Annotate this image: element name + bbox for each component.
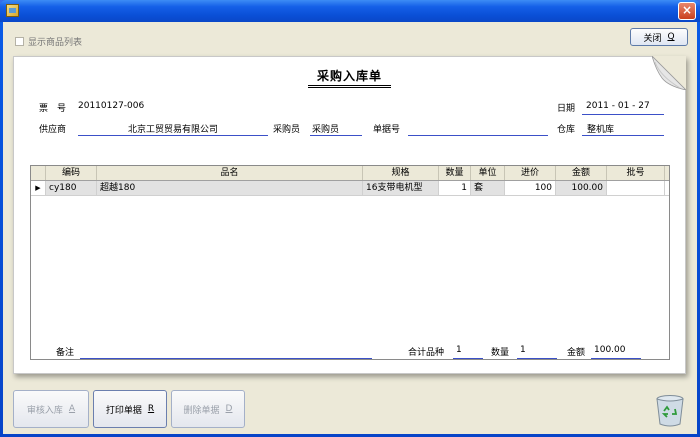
close-button-label: 关闭 <box>643 33 662 44</box>
document-title: 采购入库单 <box>308 67 391 88</box>
document-paper: 采购入库单 票 号 20110127-006 日期 2011 - 01 - 27… <box>13 56 686 374</box>
window-close-button[interactable]: × <box>678 2 696 20</box>
delete-button-hotkey: D <box>225 404 233 414</box>
doc-no-underline <box>408 135 548 136</box>
doc-no-label: 单据号 <box>373 125 401 135</box>
items-table[interactable]: 编码 品名 规格 数量 单位 进价 金额 批号 ▶ cy180 超越180 16… <box>30 165 670 360</box>
print-button-label: 打印单据 <box>105 405 142 416</box>
header-indicator <box>31 166 46 180</box>
total-amount-underline <box>591 358 641 359</box>
supplier-label: 供应商 <box>39 125 67 135</box>
column-header-batch[interactable]: 批号 <box>607 166 665 180</box>
column-header-unit[interactable]: 单位 <box>471 166 505 180</box>
date-field[interactable]: 2011 - 01 - 27 <box>586 101 650 111</box>
total-amount-value: 100.00 <box>594 345 626 355</box>
table-header: 编码 品名 规格 数量 单位 进价 金额 批号 <box>31 166 669 181</box>
title-bar: × <box>0 0 700 22</box>
buyer-underline <box>310 135 362 136</box>
supplier-underline <box>78 135 268 136</box>
application-window: × 显示商品列表 关闭 Q 采购入库单 票 号 20110127-006 日期 … <box>0 0 700 437</box>
client-area: 显示商品列表 关闭 Q 采购入库单 票 号 20110127-006 日期 20… <box>3 22 697 434</box>
cell-unit[interactable]: 套 <box>471 181 505 195</box>
ticket-number: 20110127-006 <box>78 101 145 111</box>
cell-amount[interactable]: 100.00 <box>556 181 607 195</box>
total-kinds-label: 合计品种 <box>408 348 445 358</box>
total-kinds-value: 1 <box>456 345 462 355</box>
delete-button-label: 删除单据 <box>183 405 220 416</box>
column-header-name[interactable]: 品名 <box>97 166 363 180</box>
buyer-label: 采购员 <box>273 125 301 135</box>
total-qty-label: 数量 <box>491 348 510 358</box>
show-list-label: 显示商品列表 <box>28 38 83 48</box>
audit-button-label: 审核入库 <box>26 405 63 416</box>
page-curl-icon <box>652 56 686 90</box>
remark-underline <box>80 358 372 359</box>
close-button[interactable]: 关闭 Q <box>630 28 688 46</box>
warehouse-label: 仓库 <box>557 125 576 135</box>
supplier-field[interactable]: 北京工贸贸易有限公司 <box>78 122 268 135</box>
cell-batch[interactable] <box>607 181 665 195</box>
cell-name[interactable]: 超越180 <box>97 181 363 195</box>
warehouse-field[interactable]: 整机库 <box>587 122 614 135</box>
warehouse-underline <box>582 135 664 136</box>
buyer-field[interactable]: 采购员 <box>312 122 339 135</box>
app-icon <box>6 4 19 17</box>
close-button-hotkey: Q <box>667 32 675 42</box>
total-qty-value: 1 <box>520 345 526 355</box>
total-amount-label: 金额 <box>567 348 586 358</box>
remark-label: 备注 <box>56 348 75 358</box>
column-header-qty[interactable]: 数量 <box>439 166 471 180</box>
cell-code[interactable]: cy180 <box>46 181 97 195</box>
date-underline <box>582 114 664 115</box>
print-button[interactable]: 打印单据 R <box>93 390 167 428</box>
cell-price[interactable]: 100 <box>505 181 556 195</box>
cell-spec[interactable]: 16支带电机型 <box>363 181 439 195</box>
print-button-hotkey: R <box>147 404 155 414</box>
total-kinds-underline <box>453 358 483 359</box>
column-header-amount[interactable]: 金额 <box>556 166 607 180</box>
cell-qty[interactable]: 1 <box>439 181 471 195</box>
audit-button-hotkey: A <box>68 404 76 414</box>
delete-button[interactable]: 删除单据 D <box>171 390 245 428</box>
ticket-label: 票 号 <box>39 104 67 114</box>
date-label: 日期 <box>557 104 576 114</box>
show-list-checkbox[interactable] <box>15 37 24 46</box>
show-list-checkbox-wrap[interactable]: 显示商品列表 <box>15 35 82 48</box>
audit-button[interactable]: 审核入库 A <box>13 390 89 428</box>
row-indicator-icon: ▶ <box>31 181 46 195</box>
recycle-bin-icon[interactable] <box>655 394 685 427</box>
total-qty-underline <box>517 358 557 359</box>
column-header-price[interactable]: 进价 <box>505 166 556 180</box>
table-row[interactable]: ▶ cy180 超越180 16支带电机型 1 套 100 100.00 <box>31 181 669 196</box>
column-header-spec[interactable]: 规格 <box>363 166 439 180</box>
column-header-code[interactable]: 编码 <box>46 166 97 180</box>
